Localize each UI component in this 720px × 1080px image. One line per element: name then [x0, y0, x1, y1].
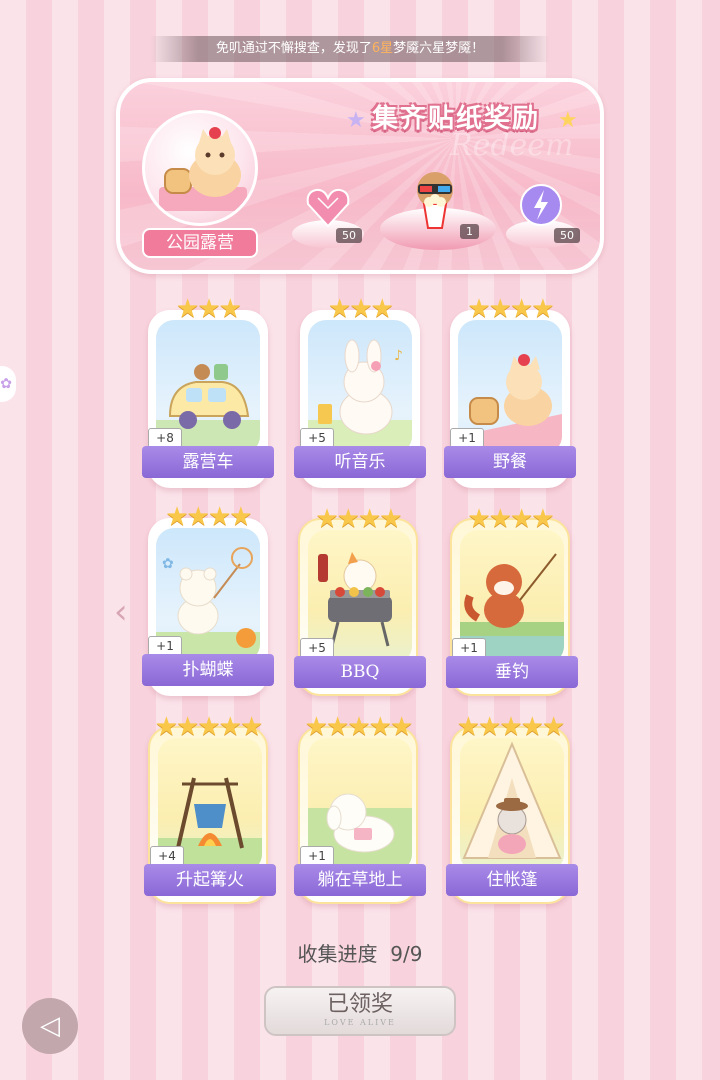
reward-banner: Redeem ★ ★ 集齐贴纸奖励 公园露营 50 1 50 [116, 78, 604, 274]
sticker-name: 躺在草地上 [294, 864, 426, 896]
chevron-left-icon[interactable]: ‹ [114, 592, 128, 632]
progress-value: 9/9 [390, 942, 423, 966]
banner-title: 集齐贴纸奖励 [372, 104, 541, 134]
duplicate-count: +5 [300, 638, 334, 658]
sticker-name: 垂钓 [446, 656, 578, 688]
ticker-highlight: 6星 [371, 41, 394, 56]
claimed-button[interactable]: 已领奖 LOVE ALIVE [264, 986, 456, 1036]
sticker-card[interactable]: ★★★ +8 露营车 [142, 294, 274, 488]
reward-count: 50 [336, 228, 362, 243]
sticker-name: 野餐 [444, 446, 576, 478]
flower-icon: ✿ [0, 376, 12, 392]
sticker-card[interactable]: ★★★★ +5 BBQ [294, 504, 426, 696]
sticker-name: 露营车 [142, 446, 274, 478]
back-arrow-icon: ◁ [40, 1011, 60, 1041]
sticker-card[interactable]: ★★★ ♪ +5 听音乐 [294, 294, 426, 488]
side-tab[interactable]: ✿ [0, 366, 16, 402]
notification-ticker: 免叽通过不懈搜查，发现了6星梦魇六星梦魇！ [150, 36, 550, 62]
sticker-card[interactable]: ★★★★★ +1 躺在草地上 [294, 712, 426, 904]
duplicate-count: +1 [452, 638, 486, 658]
theme-cat-bubble [142, 110, 258, 226]
duplicate-count: +1 [300, 846, 334, 866]
pink-heart-gem-icon [306, 188, 350, 228]
svg-text:✿: ✿ [162, 556, 174, 572]
claimed-button-sublabel: LOVE ALIVE [324, 1018, 396, 1027]
sticker-art [460, 738, 564, 872]
back-button[interactable]: ◁ [22, 998, 78, 1054]
purple-lightning-orb-icon [520, 184, 562, 226]
duplicate-count: +5 [300, 428, 334, 448]
ticker-prefix: 免叽通过不懈搜查，发现了 [215, 41, 372, 56]
sticker-card[interactable]: ★★★★ +1 垂钓 [446, 504, 578, 696]
sticker-name: BBQ [294, 656, 426, 688]
sparkle-icon: ★ [346, 108, 366, 133]
duplicate-count: +1 [450, 428, 484, 448]
svg-text:♪: ♪ [394, 348, 403, 364]
sticker-card[interactable]: ★★★★★ 住帐篷 [446, 712, 578, 904]
duplicate-count: +8 [148, 428, 182, 448]
duplicate-count: +4 [150, 846, 184, 866]
sparkle-icon: ★ [558, 108, 578, 133]
progress-label: 收集进度 [297, 942, 378, 966]
place-label: 公园露营 [142, 228, 258, 258]
collection-progress: 收集进度 9/9 [0, 938, 720, 967]
ticker-suffix: 梦魇六星梦魇！ [393, 41, 485, 56]
picnic-cat-icon [159, 127, 247, 211]
reward-count: 50 [554, 228, 580, 243]
tent-dog-icon [462, 741, 562, 859]
sticker-card[interactable]: ★★★★ +1 野餐 [444, 294, 576, 488]
sticker-name: 听音乐 [294, 446, 426, 478]
sticker-name: 扑蝴蝶 [142, 654, 274, 686]
duplicate-count: +1 [148, 636, 182, 656]
sticker-name: 住帐篷 [446, 864, 578, 896]
sticker-card[interactable]: ★★★★ ✿ +1 扑蝴蝶 [142, 502, 274, 696]
reward-count: 1 [460, 224, 479, 239]
sticker-card[interactable]: ★★★★★ +4 升起篝火 [144, 712, 276, 904]
sticker-name: 升起篝火 [144, 864, 276, 896]
popcorn-bear-icon [417, 172, 453, 229]
claimed-button-label: 已领奖 [326, 992, 393, 1017]
